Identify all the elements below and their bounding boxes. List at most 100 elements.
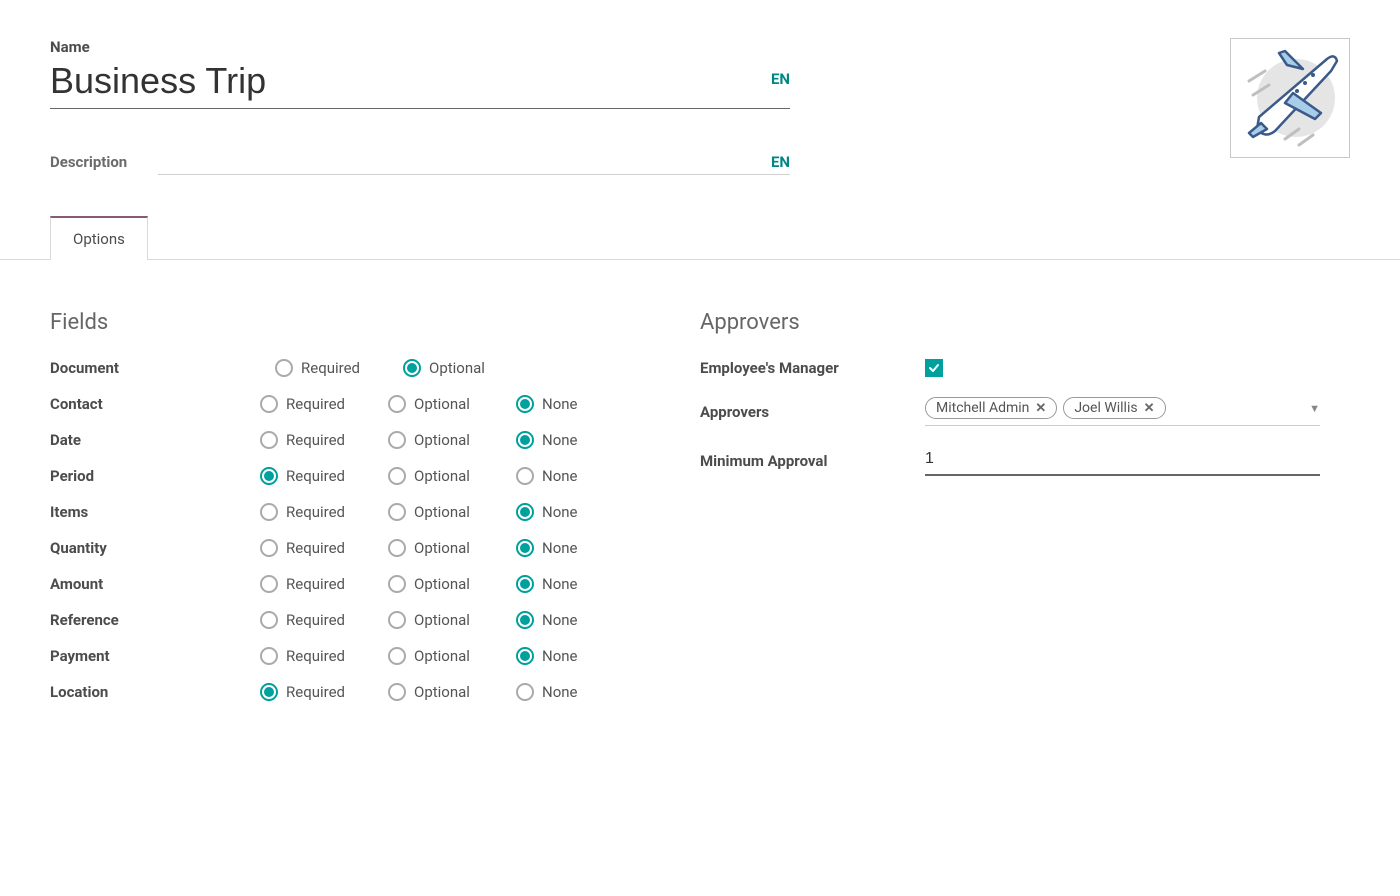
field-label: Payment <box>50 647 260 665</box>
radio-circle-icon <box>388 647 406 665</box>
radio-circle-icon <box>516 683 534 701</box>
approver-tag-label: Mitchell Admin <box>936 400 1029 416</box>
radio-circle-icon <box>260 647 278 665</box>
radio-option-none[interactable]: None <box>516 395 620 413</box>
field-radio-group: Required Optional None <box>260 503 620 521</box>
radio-label: Optional <box>414 503 470 521</box>
radio-label: Required <box>286 539 345 557</box>
radio-option-required[interactable]: Required <box>260 395 364 413</box>
radio-circle-icon <box>516 467 534 485</box>
radio-option-optional[interactable]: Optional <box>388 611 492 629</box>
radio-option-none[interactable]: None <box>516 647 620 665</box>
radio-option-optional[interactable]: Optional <box>388 503 492 521</box>
radio-option-optional[interactable]: Optional <box>388 431 492 449</box>
radio-option-required[interactable]: Required <box>260 467 364 485</box>
radio-option-required[interactable]: Required <box>275 359 379 377</box>
minimum-approval-input[interactable] <box>925 446 1320 476</box>
radio-circle-icon <box>260 467 278 485</box>
check-icon <box>928 362 940 374</box>
radio-label: None <box>542 611 578 629</box>
radio-label: None <box>542 503 578 521</box>
radio-option-none[interactable]: None <box>516 431 620 449</box>
description-lang-tag[interactable]: EN <box>771 153 790 171</box>
radio-label: None <box>542 575 578 593</box>
remove-tag-icon[interactable]: ✕ <box>1144 401 1155 416</box>
radio-option-none[interactable]: None <box>516 611 620 629</box>
fields-section-title: Fields <box>50 310 620 335</box>
radio-circle-icon <box>388 575 406 593</box>
radio-option-none[interactable]: None <box>516 575 620 593</box>
radio-option-optional[interactable]: Optional <box>388 467 492 485</box>
radio-label: Required <box>286 395 345 413</box>
radio-label: Required <box>286 503 345 521</box>
field-radio-group: Required Optional None <box>260 683 620 701</box>
radio-label: None <box>542 647 578 665</box>
radio-circle-icon <box>516 395 534 413</box>
description-label: Description <box>50 153 150 171</box>
radio-option-none[interactable]: None <box>516 467 620 485</box>
field-label: Date <box>50 431 260 449</box>
radio-circle-icon <box>516 539 534 557</box>
radio-label: Optional <box>429 359 485 377</box>
radio-option-none[interactable]: None <box>516 683 620 701</box>
radio-circle-icon <box>388 395 406 413</box>
radio-circle-icon <box>275 359 293 377</box>
radio-circle-icon <box>516 575 534 593</box>
radio-label: Required <box>286 647 345 665</box>
field-label: Location <box>50 683 260 701</box>
radio-label: Required <box>286 467 345 485</box>
tab-options[interactable]: Options <box>50 216 148 260</box>
radio-label: Optional <box>414 395 470 413</box>
field-row: ContactRequiredOptionalNone <box>50 395 620 413</box>
radio-label: None <box>542 539 578 557</box>
radio-option-optional[interactable]: Optional <box>388 647 492 665</box>
radio-label: Optional <box>414 611 470 629</box>
radio-circle-icon <box>516 647 534 665</box>
radio-circle-icon <box>260 611 278 629</box>
description-input[interactable] <box>158 149 771 174</box>
field-row: ReferenceRequiredOptionalNone <box>50 611 620 629</box>
radio-option-required[interactable]: Required <box>260 611 364 629</box>
radio-option-required[interactable]: Required <box>260 683 364 701</box>
radio-circle-icon <box>403 359 421 377</box>
field-row: AmountRequiredOptionalNone <box>50 575 620 593</box>
approver-tag[interactable]: Mitchell Admin ✕ <box>925 397 1057 419</box>
radio-label: Optional <box>414 575 470 593</box>
field-row: Period Required Optional None <box>50 467 620 485</box>
radio-option-required[interactable]: Required <box>260 539 364 557</box>
remove-tag-icon[interactable]: ✕ <box>1035 401 1046 416</box>
approvers-dropdown-caret[interactable]: ▼ <box>1309 402 1320 415</box>
field-radio-group: Required Optional None <box>260 431 620 449</box>
field-row: QuantityRequiredOptionalNone <box>50 539 620 557</box>
radio-circle-icon <box>260 539 278 557</box>
radio-circle-icon <box>260 503 278 521</box>
radio-option-required[interactable]: Required <box>260 503 364 521</box>
image-selector[interactable] <box>1230 38 1350 158</box>
radio-circle-icon <box>516 431 534 449</box>
radio-option-required[interactable]: Required <box>260 575 364 593</box>
radio-option-optional[interactable]: Optional <box>388 395 492 413</box>
approver-tag-label: Joel Willis <box>1074 400 1137 416</box>
radio-option-required[interactable]: Required <box>260 647 364 665</box>
radio-label: None <box>542 395 578 413</box>
radio-option-required[interactable]: Required <box>260 431 364 449</box>
radio-option-optional[interactable]: Optional <box>388 539 492 557</box>
name-lang-tag[interactable]: EN <box>771 70 790 98</box>
radio-option-optional[interactable]: Optional <box>388 683 492 701</box>
radio-label: None <box>542 431 578 449</box>
approver-tag[interactable]: Joel Willis ✕ <box>1063 397 1165 419</box>
name-input[interactable] <box>50 60 763 108</box>
radio-option-none[interactable]: None <box>516 503 620 521</box>
field-label: Period <box>50 467 260 485</box>
radio-option-optional[interactable]: Optional <box>403 359 507 377</box>
airplane-icon <box>1235 43 1345 153</box>
employees-manager-checkbox[interactable] <box>925 359 943 377</box>
approvers-tags-input[interactable]: Mitchell Admin ✕ Joel Willis ✕ ▼ <box>925 397 1320 426</box>
radio-option-none[interactable]: None <box>516 539 620 557</box>
field-radio-group: Required Optional None <box>260 575 620 593</box>
radio-option-optional[interactable]: Optional <box>388 575 492 593</box>
radio-label: Optional <box>414 467 470 485</box>
radio-label: Optional <box>414 539 470 557</box>
radio-label: Required <box>286 683 345 701</box>
radio-circle-icon <box>260 431 278 449</box>
